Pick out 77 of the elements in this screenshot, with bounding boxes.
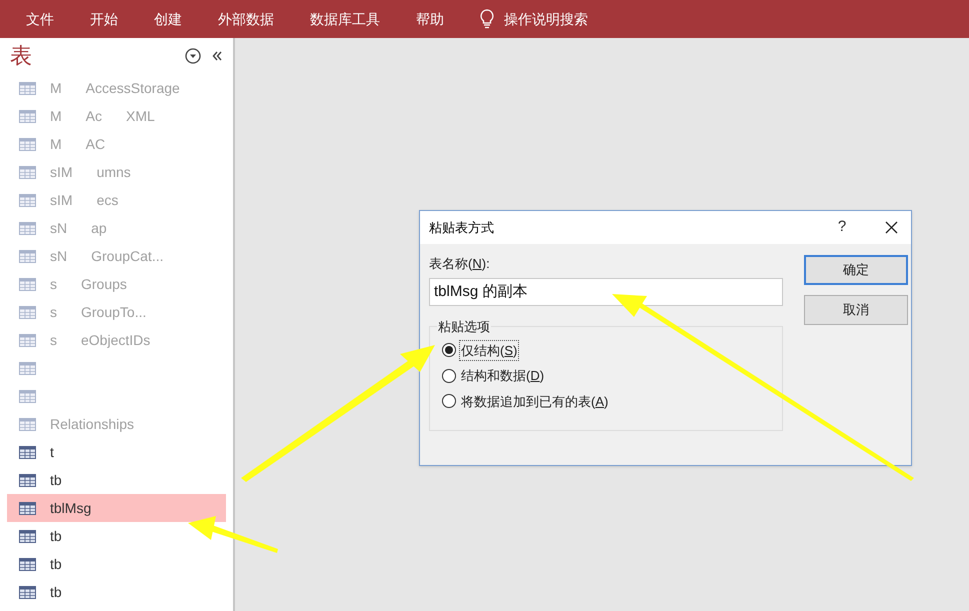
table-list-item[interactable]: tb bbox=[7, 522, 226, 550]
help-button[interactable]: ? bbox=[827, 216, 857, 239]
table-icon bbox=[19, 530, 36, 542]
menu-tab[interactable]: 创建 bbox=[154, 8, 182, 30]
item-label: eObjectIDs bbox=[81, 330, 150, 350]
item-label: s bbox=[50, 330, 57, 350]
item-label: s bbox=[50, 302, 57, 322]
item-label: umns bbox=[96, 162, 131, 182]
item-label: sIM bbox=[50, 190, 73, 210]
table-icon bbox=[19, 222, 36, 234]
collapse-icon[interactable] bbox=[211, 50, 223, 62]
table-list-item[interactable]: t bbox=[7, 438, 226, 466]
lightbulb-icon bbox=[480, 9, 494, 29]
table-icon bbox=[19, 502, 36, 514]
table-icon bbox=[19, 82, 36, 94]
item-label: tblMsg bbox=[50, 498, 92, 518]
menu-tab[interactable]: 文件 bbox=[26, 8, 54, 30]
menu-tab[interactable]: 帮助 bbox=[416, 8, 444, 30]
item-label: M bbox=[50, 106, 62, 126]
item-label: M bbox=[50, 78, 62, 98]
option-label: 将数据追加到已有的表(A) bbox=[460, 392, 610, 411]
option-label: 结构和数据(D) bbox=[460, 367, 546, 385]
item-label: t bbox=[50, 442, 54, 462]
item-label: ecs bbox=[96, 190, 118, 210]
dropdown-icon[interactable] bbox=[185, 48, 201, 64]
menu-tab[interactable]: 开始 bbox=[90, 8, 118, 30]
item-label: GroupCat... bbox=[91, 246, 164, 266]
radio-button[interactable] bbox=[442, 394, 456, 408]
item-label: tb bbox=[50, 582, 62, 602]
table-icon bbox=[19, 194, 36, 206]
radio-button[interactable] bbox=[442, 368, 456, 383]
table-icon bbox=[19, 586, 36, 598]
item-label: GroupTo... bbox=[81, 302, 146, 322]
table-list-item[interactable]: tb bbox=[7, 466, 226, 494]
table-list-item[interactable]: tb bbox=[7, 578, 226, 606]
item-label: sN bbox=[50, 218, 68, 238]
table-icon bbox=[19, 362, 36, 374]
menu-tab[interactable]: 数据库工具 bbox=[310, 8, 380, 30]
pane-title: 表 bbox=[10, 45, 32, 67]
option-label: 仅结构(S) bbox=[460, 340, 518, 360]
dialog-button[interactable]: 确定 bbox=[804, 255, 908, 285]
table-icon bbox=[19, 558, 36, 570]
dialog-title: 粘贴表方式 bbox=[429, 218, 494, 237]
table-icon bbox=[19, 418, 36, 430]
field-label: 表名称(N): bbox=[429, 255, 491, 273]
item-label: Ac bbox=[86, 106, 102, 126]
table-icon bbox=[19, 474, 36, 486]
item-label: sIM bbox=[50, 162, 73, 182]
item-label: M bbox=[50, 134, 62, 154]
item-label: tb bbox=[50, 470, 62, 490]
table-icon bbox=[19, 110, 36, 122]
table-icon bbox=[19, 138, 36, 150]
item-label: tb bbox=[50, 554, 62, 574]
item-label: tb bbox=[50, 526, 62, 546]
menu-tab[interactable]: 外部数据 bbox=[218, 8, 274, 30]
table-icon bbox=[19, 250, 36, 262]
table-list-item[interactable]: tb bbox=[7, 550, 226, 578]
table-icon bbox=[19, 446, 36, 458]
radio-button[interactable] bbox=[442, 343, 456, 358]
item-label: Relationships bbox=[50, 414, 134, 434]
table-list-item[interactable]: tblMsg bbox=[7, 494, 226, 522]
item-label: AccessStorage bbox=[86, 78, 180, 98]
table-icon bbox=[19, 306, 36, 318]
item-label: Groups bbox=[81, 274, 127, 294]
close-icon bbox=[884, 221, 898, 234]
item-label: XML bbox=[126, 106, 155, 126]
item-label: s bbox=[50, 274, 57, 294]
item-label: sN bbox=[50, 246, 68, 266]
dialog-button[interactable]: 取消 bbox=[804, 295, 908, 325]
table-icon bbox=[19, 278, 36, 290]
table-icon bbox=[19, 390, 36, 402]
search-button[interactable]: 操作说明搜索 bbox=[480, 8, 588, 30]
table-icon bbox=[19, 166, 36, 178]
item-label: ap bbox=[91, 218, 107, 238]
table-name-field[interactable]: tblMsg 的副本 bbox=[429, 278, 783, 306]
table-icon bbox=[19, 334, 36, 346]
item-label: AC bbox=[86, 134, 106, 154]
